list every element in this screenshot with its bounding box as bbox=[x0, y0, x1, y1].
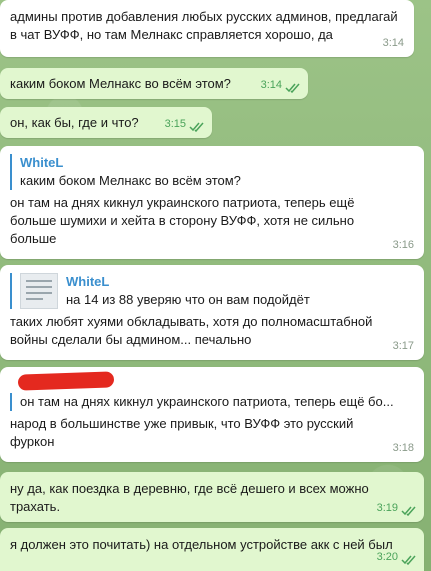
message-time: 3:20 bbox=[376, 551, 398, 563]
message-incoming[interactable]: WhiteL каким боком Мелнакс во всём этом?… bbox=[0, 146, 424, 259]
message-text: таких любят хуями обкладывать, хотя до п… bbox=[10, 314, 373, 347]
message-outgoing[interactable]: я должен это почитать) на отдельном устр… bbox=[0, 528, 424, 571]
double-check-icon bbox=[189, 122, 204, 132]
message-text: народ в большинстве уже привык, что ВУФФ… bbox=[10, 416, 354, 449]
message-time: 3:19 bbox=[376, 502, 398, 514]
message-time: 3:17 bbox=[392, 340, 414, 352]
message-outgoing[interactable]: ну да, как поездка в деревню, где всё де… bbox=[0, 472, 424, 522]
redaction-mark bbox=[17, 371, 115, 391]
reply-quote[interactable]: WhiteL на 14 из 88 уверяю что он вам под… bbox=[10, 273, 414, 309]
double-check-icon bbox=[401, 555, 416, 565]
message-time: 3:14 bbox=[260, 79, 282, 91]
message-incoming[interactable]: он там на днях кикнул украинского патрио… bbox=[0, 367, 424, 462]
message-time: 3:16 bbox=[392, 239, 414, 251]
reply-text: каким боком Мелнакс во всём этом? bbox=[20, 173, 241, 188]
message-time: 3:14 bbox=[382, 37, 404, 49]
reply-quote[interactable]: WhiteL каким боком Мелнакс во всём этом? bbox=[10, 154, 414, 190]
double-check-icon bbox=[401, 506, 416, 516]
message-outgoing[interactable]: он, как бы, где и что? 3:15 bbox=[0, 107, 212, 138]
message-incoming[interactable]: админы против добавления любых русских а… bbox=[0, 0, 414, 57]
message-text: админы против добавления любых русских а… bbox=[10, 9, 398, 42]
reply-text: на 14 из 88 уверяю что он вам подойдёт bbox=[66, 292, 310, 307]
reply-author: WhiteL bbox=[66, 274, 110, 289]
message-outgoing[interactable]: каким боком Мелнакс во всём этом? 3:14 bbox=[0, 68, 308, 99]
message-time: 3:15 bbox=[164, 118, 186, 130]
double-check-icon bbox=[285, 83, 300, 93]
message-text: он там на днях кикнул украинского патрио… bbox=[10, 195, 355, 246]
reply-text: он там на днях кикнул украинского патрио… bbox=[20, 394, 394, 409]
message-text: я должен это почитать) на отдельном устр… bbox=[10, 537, 393, 552]
message-text: ну да, как поездка в деревню, где всё де… bbox=[10, 481, 369, 514]
message-incoming[interactable]: WhiteL на 14 из 88 уверяю что он вам под… bbox=[0, 265, 424, 360]
message-text: каким боком Мелнакс во всём этом? bbox=[10, 76, 231, 91]
message-time: 3:18 bbox=[392, 442, 414, 454]
document-thumbnail-icon bbox=[20, 273, 58, 309]
reply-author: WhiteL bbox=[20, 155, 64, 170]
reply-quote[interactable]: он там на днях кикнул украинского патрио… bbox=[10, 393, 414, 411]
